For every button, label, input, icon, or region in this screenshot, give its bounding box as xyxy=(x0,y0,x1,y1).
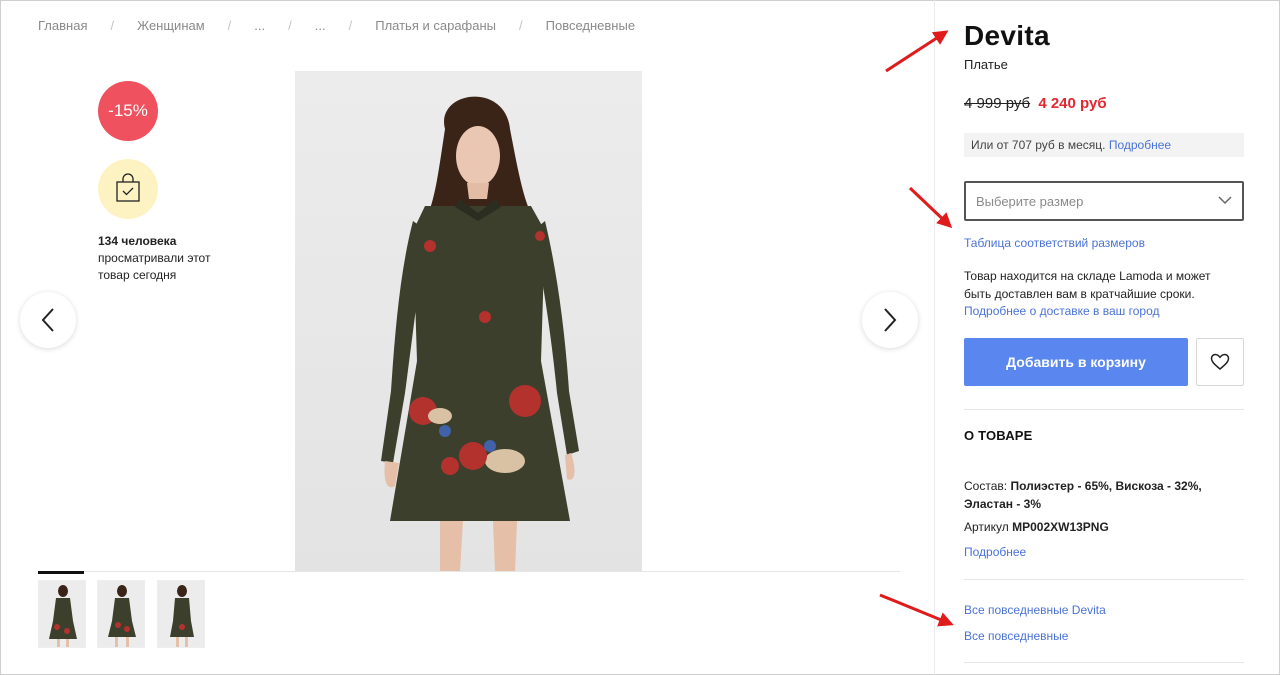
section-divider xyxy=(964,409,1244,410)
sale-price: 4 240 руб xyxy=(1038,95,1107,112)
thumbnail-image xyxy=(170,585,194,647)
breadcrumb-separator: / xyxy=(519,18,523,33)
size-select-placeholder: Выберите размер xyxy=(976,194,1084,209)
category-link[interactable]: Все повседневные xyxy=(964,629,1068,643)
gallery-divider xyxy=(38,571,900,572)
gallery-thumbnail[interactable] xyxy=(38,580,86,648)
installment-banner: Или от 707 руб в месяц. Подробнее xyxy=(964,133,1244,157)
product-article: Артикул MP002XW13PNG xyxy=(964,520,1109,534)
dress-model-image xyxy=(381,96,579,571)
popularity-badge xyxy=(98,159,158,219)
article-value: MP002XW13PNG xyxy=(1012,520,1109,534)
gallery-thumbnail[interactable] xyxy=(157,580,205,648)
thumbnail-image xyxy=(49,585,77,647)
breadcrumb-women[interactable]: Женщинам xyxy=(137,18,205,33)
chevron-left-icon xyxy=(41,308,54,332)
composition-label: Состав: xyxy=(964,479,1008,493)
product-composition: Состав: Полиэстер - 65%, Вискоза - 32%, … xyxy=(964,477,1234,513)
about-product-heading: О ТОВАРЕ xyxy=(964,428,1033,443)
heart-icon xyxy=(1210,353,1230,370)
delivery-info-text: Товар находится на складе Lamoda и может… xyxy=(964,269,1211,301)
product-brand[interactable]: Devita xyxy=(964,20,1050,52)
product-main-photo[interactable] xyxy=(295,71,642,571)
breadcrumb: Главная / Женщинам / ... / ... / Платья … xyxy=(38,18,635,33)
gallery-thumbnail[interactable] xyxy=(97,580,145,648)
thumbnail-image xyxy=(108,585,136,647)
size-chart-link[interactable]: Таблица соответствий размеров xyxy=(964,236,1145,250)
chevron-down-icon xyxy=(1218,196,1232,205)
discount-badge: -15% xyxy=(98,81,158,141)
views-description: просматривали этот товар сегодня xyxy=(98,251,211,282)
breadcrumb-casual[interactable]: Повседневные xyxy=(546,18,635,33)
size-select[interactable]: Выберите размер xyxy=(964,181,1244,221)
views-count: 134 человека xyxy=(98,234,177,248)
brand-category-link[interactable]: Все повседневные Devita xyxy=(964,603,1106,617)
chevron-right-icon xyxy=(884,308,897,332)
breadcrumb-ellipsis[interactable]: ... xyxy=(315,18,326,33)
section-divider xyxy=(964,662,1244,663)
installment-more-link[interactable]: Подробнее xyxy=(1109,138,1171,152)
active-thumbnail-indicator xyxy=(38,571,84,574)
section-divider xyxy=(964,579,1244,580)
breadcrumb-separator: / xyxy=(227,18,232,33)
gallery-prev-button[interactable] xyxy=(20,292,76,348)
breadcrumb-dresses[interactable]: Платья и сарафаны xyxy=(375,18,496,33)
delivery-details-link[interactable]: Подробнее о доставке в ваш город xyxy=(964,304,1160,318)
breadcrumb-ellipsis[interactable]: ... xyxy=(254,18,265,33)
breadcrumb-separator: / xyxy=(288,18,292,33)
article-label: Артикул xyxy=(964,520,1009,534)
product-details-link[interactable]: Подробнее xyxy=(964,545,1026,559)
shopping-bag-check-icon xyxy=(116,173,140,202)
breadcrumb-home[interactable]: Главная xyxy=(38,18,87,33)
breadcrumb-separator: / xyxy=(348,18,353,33)
product-type: Платье xyxy=(964,57,1008,72)
views-counter-text: 134 человека просматривали этот товар се… xyxy=(98,233,238,284)
gallery-next-button[interactable] xyxy=(862,292,918,348)
product-prices: 4 999 руб 4 240 руб xyxy=(964,95,1107,112)
installment-text: Или от 707 руб в месяц. xyxy=(971,138,1106,152)
add-to-cart-button[interactable]: Добавить в корзину xyxy=(964,338,1188,386)
breadcrumb-separator: / xyxy=(110,18,115,33)
old-price: 4 999 руб xyxy=(964,95,1031,112)
add-to-favorites-button[interactable] xyxy=(1196,338,1244,386)
column-divider xyxy=(934,0,935,675)
